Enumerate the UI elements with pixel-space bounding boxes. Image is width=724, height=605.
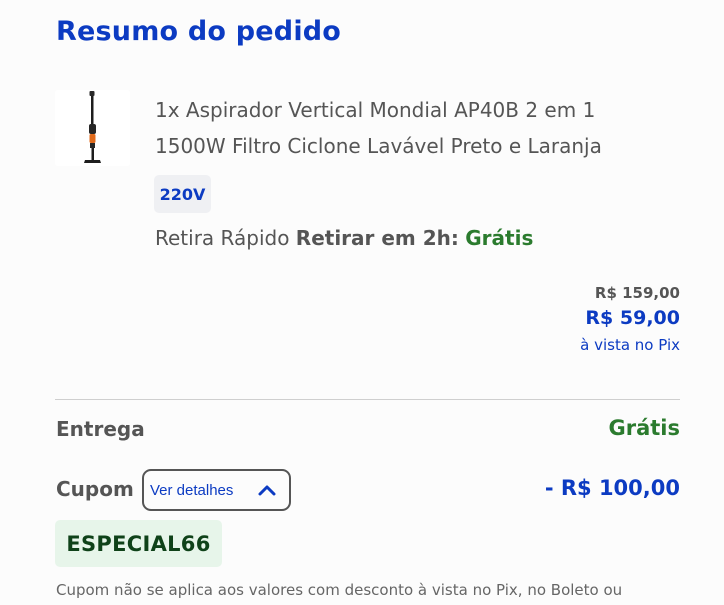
pickup-info: Retira Rápido Retirar em 2h: Grátis [155, 226, 533, 250]
price-new: R$ 59,00 [585, 307, 680, 329]
voltage-badge: 220V [154, 175, 211, 213]
price-old: R$ 159,00 [594, 284, 680, 302]
coupon-details-label: Ver detalhes [150, 481, 234, 499]
product-prices: R$ 159,00 R$ 59,00 à vista no Pix [580, 284, 680, 356]
vacuum-cleaner-icon [84, 91, 101, 163]
pickup-price: Grátis [465, 226, 534, 250]
order-summary-title: Resumo do pedido [56, 16, 342, 47]
delivery-label: Entrega [56, 417, 145, 441]
coupon-label: Cupom [56, 477, 134, 501]
coupon-disclaimer: Cupom não se aplica aos valores com desc… [56, 581, 623, 599]
product-image[interactable] [55, 90, 130, 166]
chevron-up-icon [257, 481, 277, 503]
price-note: à vista no Pix [580, 336, 680, 354]
summary-divider [55, 399, 680, 400]
coupon-discount-value: - R$ 100,00 [544, 476, 680, 500]
pickup-label: Retira Rápido [155, 226, 290, 250]
coupon-code: ESPECIAL66 [55, 520, 222, 567]
delivery-value: Grátis [608, 416, 680, 440]
product-name[interactable]: 1x Aspirador Vertical Mondial AP40B 2 em… [155, 92, 655, 164]
pickup-time: Retirar em 2h: [295, 226, 459, 250]
coupon-details-button[interactable]: Ver detalhes [142, 469, 291, 511]
